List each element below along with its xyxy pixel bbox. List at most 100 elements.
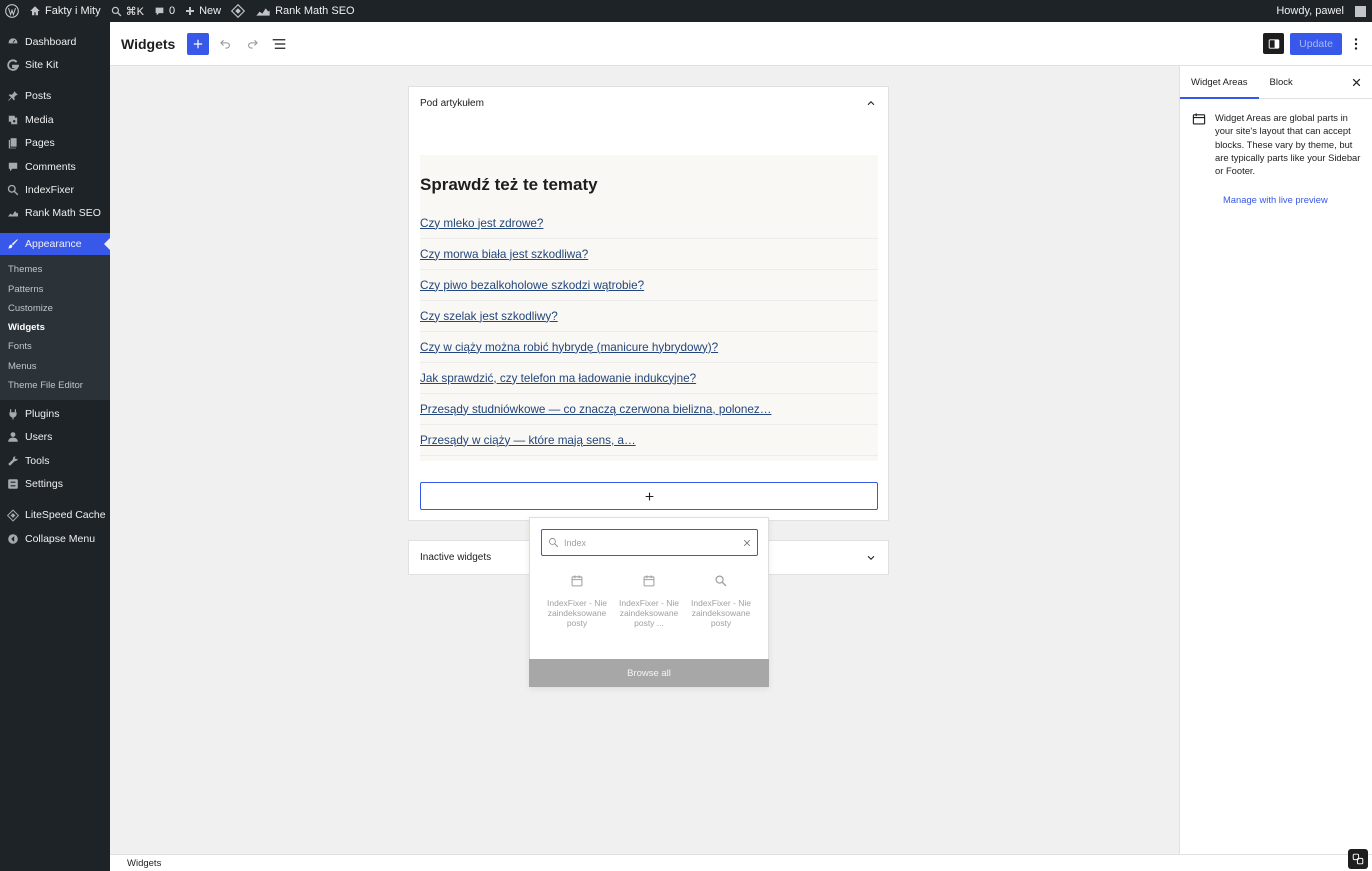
plus-icon (645, 492, 653, 500)
users-icon (7, 431, 19, 443)
menu-comments[interactable]: Comments (0, 155, 110, 178)
avatar[interactable] (1355, 5, 1366, 17)
redo-button[interactable] (241, 33, 263, 55)
submenu-themes[interactable]: Themes (0, 260, 110, 279)
list-view-button[interactable] (268, 33, 290, 55)
widget-heading: Sprawdź też te tematy (420, 175, 598, 194)
add-block-button[interactable] (187, 32, 209, 55)
related-link[interactable]: Przesądy w ciąży — które mają sens, a… (420, 425, 878, 456)
comment-icon (7, 161, 19, 173)
tab-widget-areas[interactable]: Widget Areas (1180, 66, 1259, 99)
breadcrumb[interactable]: Widgets (127, 858, 161, 869)
clear-icon[interactable] (743, 539, 751, 547)
menu-site-kit[interactable]: Site Kit (0, 53, 110, 76)
menu-dashboard[interactable]: Dashboard (0, 30, 110, 53)
menu-rank-math[interactable]: Rank Math SEO (0, 202, 110, 225)
related-topics-widget[interactable]: Sprawdź też te tematy Czy mleko jest zdr… (420, 155, 878, 461)
menu-label: Comments (25, 160, 76, 173)
menu-users[interactable]: Users (0, 426, 110, 449)
user-greeting[interactable]: Howdy, pawel (1271, 0, 1349, 22)
dashboard-icon (7, 36, 19, 48)
calendar-icon (571, 575, 583, 587)
new-label: New (199, 5, 222, 17)
submenu-patterns[interactable]: Patterns (0, 279, 110, 298)
submenu-widgets[interactable]: Widgets (0, 318, 110, 337)
menu-plugins[interactable]: Plugins (0, 402, 110, 425)
command-palette-button[interactable]: ⌘K (106, 0, 149, 22)
litespeed-icon (7, 509, 19, 522)
menu-tools[interactable]: Tools (0, 449, 110, 472)
widget-area-icon (1192, 113, 1206, 125)
browse-all-button[interactable]: Browse all (529, 659, 769, 687)
update-button[interactable]: Update (1290, 32, 1342, 55)
widget-areas-description: Widget Areas are global parts in your si… (1215, 112, 1361, 177)
block-label: IndexFixer - Niezaindeksowane posty (691, 598, 751, 628)
submenu-customize[interactable]: Customize (0, 299, 110, 318)
related-link[interactable]: Czy mleko jest zdrowe? (420, 208, 878, 239)
related-link[interactable]: Czy morwa biała jest szkodliwa? (420, 239, 878, 270)
manage-live-preview-link[interactable]: Manage with live preview (1223, 194, 1372, 205)
editor-header: Widgets Update (110, 22, 1372, 66)
appearance-submenu: Themes Patterns Customize Widgets Fonts … (0, 255, 110, 401)
close-icon[interactable] (1351, 77, 1362, 88)
menu-label: Users (25, 431, 53, 444)
search-value: Index (564, 537, 587, 548)
inserter-block-item[interactable]: IndexFixer - Niezaindeksowane posty ... (613, 574, 685, 628)
site-name: Fakty i Mity (45, 5, 101, 17)
quick-inserter-popover: Index IndexFixer - Niezaindeksowane post… (529, 517, 769, 687)
menu-indexfixer[interactable]: IndexFixer (0, 178, 110, 201)
tab-block[interactable]: Block (1259, 66, 1304, 99)
related-link[interactable]: Czy w ciąży można robić hybrydę (manicur… (420, 332, 878, 363)
related-link[interactable]: Czy piwo bezalkoholowe szkodzi wątrobie? (420, 270, 878, 301)
menu-label: IndexFixer (25, 184, 75, 197)
rank-math-link[interactable]: Rank Math SEO (250, 0, 359, 22)
related-link[interactable]: Przesądy studniówkowe — co znaczą czerwo… (420, 394, 878, 425)
site-name-link[interactable]: Fakty i Mity (24, 0, 106, 22)
submenu-theme-file-editor[interactable]: Theme File Editor (0, 376, 110, 395)
floating-helper-button[interactable] (1348, 849, 1368, 869)
menu-label: Appearance (25, 238, 82, 251)
diamond-plugin-link[interactable] (226, 0, 250, 22)
block-search-input[interactable]: Index (541, 529, 758, 556)
related-link[interactable]: Jak sprawdzić, czy telefon ma ładowanie … (420, 363, 878, 394)
menu-label: Pages (25, 137, 55, 150)
widget-area-title: Inactive widgets (420, 552, 492, 563)
inserter-block-item[interactable]: IndexFixer - Niezaindeksowane posty (685, 574, 757, 628)
menu-label: LiteSpeed Cache (25, 509, 106, 522)
block-label: IndexFixer - Niezaindeksowane posty ... (619, 598, 679, 628)
inserter-block-item[interactable]: IndexFixer - Niezaindeksowane posty (541, 574, 613, 628)
media-icon (7, 114, 19, 126)
settings-toggle-button[interactable] (1263, 33, 1285, 54)
menu-pages[interactable]: Pages (0, 132, 110, 155)
menu-media[interactable]: Media (0, 108, 110, 131)
menu-label: Media (25, 113, 54, 126)
block-appender-button[interactable] (420, 482, 878, 510)
plugin-icon (7, 408, 19, 420)
widget-area-pod-artykulem: Pod artykułem Sprawdź też te tematy Czy … (408, 86, 889, 521)
menu-appearance[interactable]: Appearance (0, 233, 110, 256)
submenu-menus[interactable]: Menus (0, 357, 110, 376)
plus-icon (193, 39, 203, 48)
menu-collapse[interactable]: Collapse Menu (0, 527, 110, 550)
submenu-fonts[interactable]: Fonts (0, 337, 110, 356)
settings-icon (7, 478, 19, 490)
settings-tabs: Widget Areas Block (1180, 66, 1372, 99)
menu-label: Posts (25, 90, 52, 103)
related-links-list: Czy mleko jest zdrowe? Czy morwa biała j… (420, 208, 878, 456)
brush-icon (7, 238, 19, 250)
widget-area-header[interactable]: Pod artykułem (409, 87, 888, 119)
menu-settings[interactable]: Settings (0, 472, 110, 495)
collapse-icon (7, 533, 19, 545)
wordpress-logo[interactable] (0, 0, 24, 22)
menu-label: Dashboard (25, 35, 77, 48)
link-icon (1352, 853, 1364, 865)
comments-link[interactable]: 0 (149, 0, 180, 22)
list-view-icon (272, 38, 286, 49)
more-options-button[interactable] (1348, 33, 1364, 55)
menu-posts[interactable]: Posts (0, 85, 110, 108)
related-link[interactable]: Czy szelak jest szkodliwy? (420, 301, 878, 332)
menu-litespeed[interactable]: LiteSpeed Cache (0, 504, 110, 527)
new-content-link[interactable]: New (180, 0, 226, 22)
search-icon (715, 575, 727, 587)
undo-button[interactable] (214, 33, 236, 55)
